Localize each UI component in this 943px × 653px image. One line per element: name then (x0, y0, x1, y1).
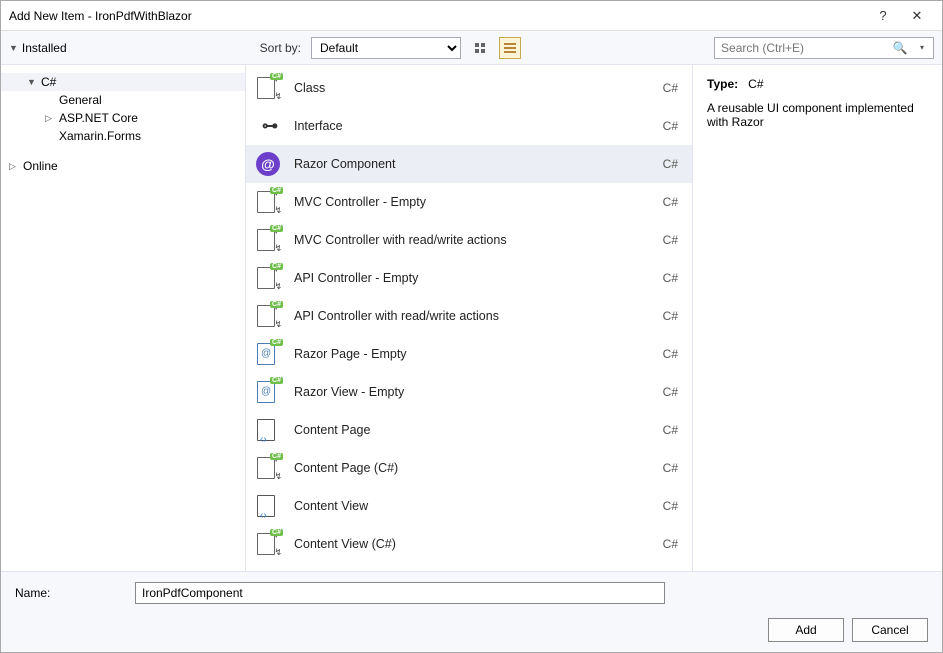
details-type-label: Type: (707, 77, 738, 91)
sort-by-label: Sort by: (260, 41, 301, 55)
search-input[interactable] (715, 41, 889, 55)
csharp-file-icon: C#↯ (257, 265, 279, 291)
template-name: Content View (294, 499, 634, 513)
chevron-right-icon: ▷ (45, 113, 55, 124)
content-page-icon: ‹› (257, 417, 279, 443)
tree-general[interactable]: General (1, 91, 245, 109)
template-name: Interface (294, 119, 634, 133)
chevron-down-icon: ▼ (27, 77, 37, 87)
list-area: C#↯ Class C# ⊶ Interface C# @ Razor Component C#… (246, 65, 942, 571)
tree-csharp[interactable]: ▼ C# (1, 73, 245, 91)
name-input[interactable] (135, 582, 665, 604)
details-description: A reusable UI component implemented with… (707, 101, 928, 129)
csharp-file-icon: C#↯ (257, 75, 279, 101)
template-language: C# (648, 461, 678, 475)
help-button[interactable]: ? (866, 8, 900, 23)
list-view-button[interactable] (499, 37, 521, 59)
footer: Name: Add Cancel (1, 571, 942, 652)
razor-page-icon: @C# (257, 341, 279, 367)
template-row[interactable]: ‹› Content Page C# (246, 411, 692, 449)
template-name: Content View (C#) (294, 537, 634, 551)
search-dropdown-icon[interactable]: ▾ (911, 43, 933, 52)
content-page-icon: ‹› (257, 569, 279, 571)
template-row[interactable]: C#↯ MVC Controller - Empty C# (246, 183, 692, 221)
template-language: C# (648, 537, 678, 551)
template-row[interactable]: ⊶ Interface C# (246, 107, 692, 145)
template-row[interactable]: @ Razor Component C# (246, 145, 692, 183)
grid-icon (475, 43, 485, 53)
template-row[interactable]: ‹›Flyout PageC# (246, 563, 692, 571)
template-language: C# (648, 271, 678, 285)
template-language: C# (648, 233, 678, 247)
template-language: C# (648, 119, 678, 133)
template-language: C# (648, 157, 678, 171)
template-list[interactable]: C#↯ Class C# ⊶ Interface C# @ Razor Component C#… (246, 65, 692, 571)
installed-header[interactable]: ▼ Installed (9, 41, 67, 55)
tree-xamarin-forms[interactable]: Xamarin.Forms (1, 127, 245, 145)
add-button[interactable]: Add (768, 618, 844, 642)
sort-by-combo[interactable]: Default (311, 37, 461, 59)
content-page-icon: ‹› (257, 493, 279, 519)
grid-view-button[interactable] (469, 37, 491, 59)
razor-page-icon: @C# (257, 379, 279, 405)
body: ▼ C# General ▷ ASP.NET Core Xamarin.Form… (1, 65, 942, 571)
csharp-file-icon: C#↯ (257, 227, 279, 253)
cancel-button[interactable]: Cancel (852, 618, 928, 642)
template-language: C# (648, 499, 678, 513)
template-row[interactable]: C#↯ Content View (C#) C# (246, 525, 692, 563)
name-label: Name: (15, 586, 125, 600)
chevron-down-icon: ▼ (9, 43, 18, 53)
template-row[interactable]: @C# Razor View - Empty C# (246, 373, 692, 411)
toolbar: ▼ Installed Sort by: Default 🔍 ▾ (1, 31, 942, 65)
template-name: Razor Component (294, 157, 634, 171)
csharp-file-icon: C#↯ (257, 303, 279, 329)
close-button[interactable]: ✕ (900, 8, 934, 24)
template-row[interactable]: C#↯ API Controller with read/write action… (246, 297, 692, 335)
chevron-right-icon: ▷ (9, 161, 19, 172)
window-title: Add New Item - IronPdfWithBlazor (9, 9, 866, 23)
template-row[interactable]: C#↯ Class C# (246, 69, 692, 107)
template-name: Razor Page - Empty (294, 347, 634, 361)
category-tree: ▼ C# General ▷ ASP.NET Core Xamarin.Form… (1, 65, 246, 571)
interface-icon: ⊶ (262, 116, 274, 136)
csharp-file-icon: C#↯ (257, 189, 279, 215)
template-row[interactable]: C#↯ Content Page (C#) C# (246, 449, 692, 487)
template-name: API Controller - Empty (294, 271, 634, 285)
tree-online[interactable]: ▷ Online (1, 157, 245, 175)
razor-icon: @ (256, 152, 280, 176)
csharp-file-icon: C#↯ (257, 455, 279, 481)
tree-aspnet-core[interactable]: ▷ ASP.NET Core (1, 109, 245, 127)
template-name: MVC Controller - Empty (294, 195, 634, 209)
template-name: Content Page (294, 423, 634, 437)
template-row[interactable]: @C# Razor Page - Empty C# (246, 335, 692, 373)
template-language: C# (648, 385, 678, 399)
template-name: Content Page (C#) (294, 461, 634, 475)
titlebar: Add New Item - IronPdfWithBlazor ? ✕ (1, 1, 942, 31)
template-language: C# (648, 423, 678, 437)
template-name: API Controller with read/write actions (294, 309, 634, 323)
template-row[interactable]: C#↯ MVC Controller with read/write action… (246, 221, 692, 259)
list-icon (504, 43, 516, 53)
csharp-file-icon: C#↯ (257, 531, 279, 557)
template-language: C# (648, 309, 678, 323)
details-panel: Type: C# A reusable UI component impleme… (692, 65, 942, 571)
template-language: C# (648, 81, 678, 95)
template-row[interactable]: C#↯ API Controller - Empty C# (246, 259, 692, 297)
template-language: C# (648, 195, 678, 209)
search-box[interactable]: 🔍 ▾ (714, 37, 934, 59)
search-icon[interactable]: 🔍 (889, 41, 911, 55)
details-type-value: C# (748, 77, 763, 91)
template-name: Class (294, 81, 634, 95)
template-language: C# (648, 347, 678, 361)
template-row[interactable]: ‹› Content View C# (246, 487, 692, 525)
template-name: MVC Controller with read/write actions (294, 233, 634, 247)
template-name: Razor View - Empty (294, 385, 634, 399)
installed-label: Installed (22, 41, 67, 55)
